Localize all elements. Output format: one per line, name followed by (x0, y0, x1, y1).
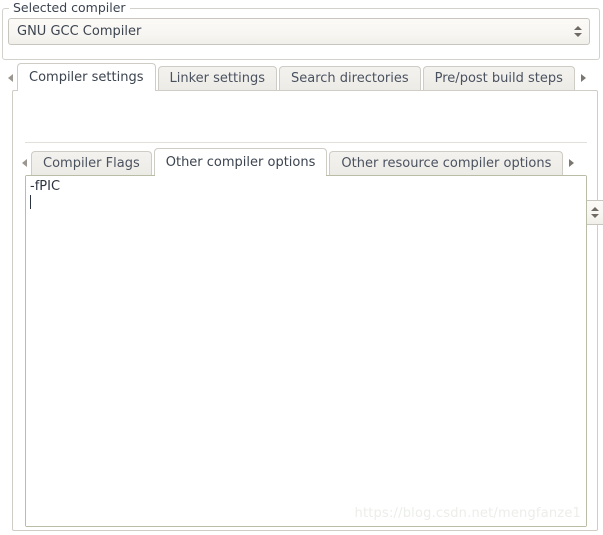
text-caret (30, 195, 31, 209)
triangle-up-icon (574, 26, 582, 30)
inner-tabs-scroll-left-button[interactable] (18, 151, 31, 175)
tab-search-directories-label: Search directories (290, 71, 409, 86)
inner-tabs-scroll-right-button[interactable] (565, 151, 578, 175)
chevron-left-icon (22, 159, 27, 167)
other-compiler-options-panel: -fPIC (25, 175, 587, 527)
spinner-arrows-icon[interactable] (567, 19, 589, 44)
chevron-left-icon (8, 74, 13, 82)
tab-linker-settings[interactable]: Linker settings (157, 66, 277, 90)
tab-pre-post-build-steps-label: Pre/post build steps (434, 71, 563, 86)
tab-compiler-settings[interactable]: Compiler settings (17, 63, 156, 91)
compiler-settings-panel: Policy: Append target options to project… (12, 90, 603, 531)
chevron-right-icon (569, 159, 575, 167)
tab-other-compiler-options-label: Other compiler options (165, 154, 316, 170)
policy-separator (25, 142, 587, 143)
compiler-settings-dialog: Selected compiler GNU GCC Compiler Compi… (0, 0, 603, 535)
inner-tab-bar: Compiler Flags Other compiler options Ot… (18, 148, 578, 176)
compiler-select[interactable]: GNU GCC Compiler (8, 18, 590, 45)
tab-linker-settings-label: Linker settings (169, 71, 265, 86)
chevron-right-icon (580, 74, 586, 82)
outer-tabs-scroll-right-button[interactable] (577, 66, 590, 90)
tab-compiler-flags[interactable]: Compiler Flags (31, 151, 152, 175)
tab-other-resource-compiler-options-label: Other resource compiler options (341, 156, 552, 171)
other-compiler-options-input[interactable]: -fPIC (26, 176, 586, 526)
compiler-select-value: GNU GCC Compiler (17, 24, 142, 39)
outer-tab-bar: Compiler settings Linker settings Search… (4, 63, 590, 91)
tab-search-directories[interactable]: Search directories (278, 66, 421, 90)
tab-pre-post-build-steps[interactable]: Pre/post build steps (422, 66, 575, 90)
tab-compiler-settings-label: Compiler settings (29, 69, 144, 85)
tab-compiler-flags-label: Compiler Flags (43, 156, 140, 171)
tab-other-resource-compiler-options[interactable]: Other resource compiler options (329, 151, 564, 175)
selected-compiler-title: Selected compiler (9, 0, 130, 15)
triangle-down-icon (574, 33, 582, 37)
triangle-up-icon (591, 207, 599, 211)
tab-other-compiler-options[interactable]: Other compiler options (153, 148, 328, 176)
outer-tabs-scroll-left-button[interactable] (4, 66, 17, 90)
other-compiler-options-value: -fPIC (30, 179, 61, 194)
triangle-down-icon (591, 214, 599, 218)
